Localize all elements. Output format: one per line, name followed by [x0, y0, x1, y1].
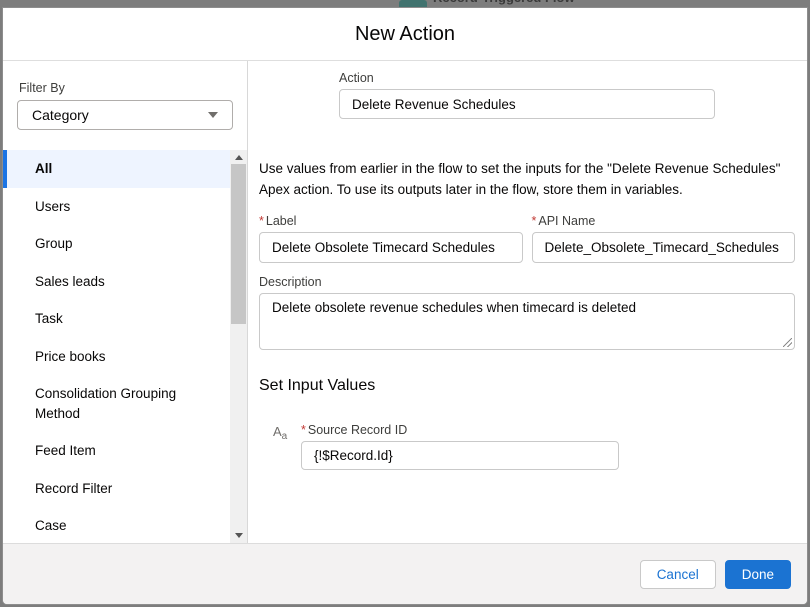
- source-record-id-input[interactable]: [301, 441, 619, 470]
- cancel-button[interactable]: Cancel: [640, 560, 716, 589]
- category-dropdown-value: Category: [32, 107, 89, 123]
- triangle-up-icon: [235, 155, 243, 160]
- dimmed-backdrop: Record-Triggered Flow: [0, 0, 810, 7]
- required-asterisk: *: [259, 214, 264, 228]
- done-button[interactable]: Done: [725, 560, 791, 589]
- chevron-down-icon: [208, 112, 218, 118]
- category-item-case[interactable]: Case: [3, 507, 231, 545]
- category-item-users[interactable]: Users: [3, 188, 231, 226]
- source-record-id-label: *Source Record ID: [301, 423, 619, 437]
- filter-by-label: Filter By: [19, 81, 247, 95]
- category-item-record-filter[interactable]: Record Filter: [3, 470, 231, 508]
- category-dropdown[interactable]: Category: [17, 100, 233, 130]
- label-field-label: *Label: [259, 214, 523, 228]
- required-asterisk: *: [532, 214, 537, 228]
- new-action-modal: New Action Filter By Category AllUsersGr…: [2, 7, 808, 605]
- category-list: AllUsersGroupSales leadsTaskPrice booksC…: [3, 150, 231, 545]
- intro-text: Use values from earlier in the flow to s…: [259, 158, 795, 200]
- textarea-resize-handle[interactable]: [783, 338, 792, 347]
- action-form: Action Use values from earlier in the fl…: [248, 61, 807, 543]
- action-input[interactable]: [339, 89, 715, 119]
- category-item-price-books[interactable]: Price books: [3, 338, 231, 376]
- flow-title: Record-Triggered Flow: [433, 0, 575, 5]
- action-label: Action: [339, 71, 715, 85]
- category-item-all[interactable]: All: [3, 150, 231, 188]
- sidebar-scrollbar[interactable]: [230, 150, 247, 543]
- category-sidebar: Filter By Category AllUsersGroupSales le…: [3, 61, 248, 543]
- text-type-icon: Aa: [273, 424, 301, 442]
- api-name-input[interactable]: [532, 232, 796, 263]
- flow-start-element-icon: [399, 0, 427, 7]
- category-item-sales-leads[interactable]: Sales leads: [3, 263, 231, 301]
- scrollbar-thumb[interactable]: [231, 164, 246, 324]
- modal-title: New Action: [355, 23, 455, 46]
- required-asterisk: *: [301, 423, 306, 437]
- description-textarea[interactable]: Delete obsolete revenue schedules when t…: [259, 293, 795, 350]
- scrollbar-up-arrow[interactable]: [230, 150, 247, 164]
- triangle-down-icon: [235, 533, 243, 538]
- modal-footer: Cancel Done: [3, 543, 807, 604]
- description-label: Description: [259, 275, 795, 289]
- category-item-group[interactable]: Group: [3, 225, 231, 263]
- set-input-values-heading: Set Input Values: [259, 377, 795, 395]
- scrollbar-down-arrow[interactable]: [230, 528, 247, 542]
- category-item-task[interactable]: Task: [3, 300, 231, 338]
- category-item-consolidation-grouping-method[interactable]: Consolidation Grouping Method: [3, 375, 231, 432]
- label-input[interactable]: [259, 232, 523, 263]
- category-item-feed-item[interactable]: Feed Item: [3, 432, 231, 470]
- api-name-field-label: *API Name: [532, 214, 796, 228]
- modal-header: New Action: [3, 8, 807, 61]
